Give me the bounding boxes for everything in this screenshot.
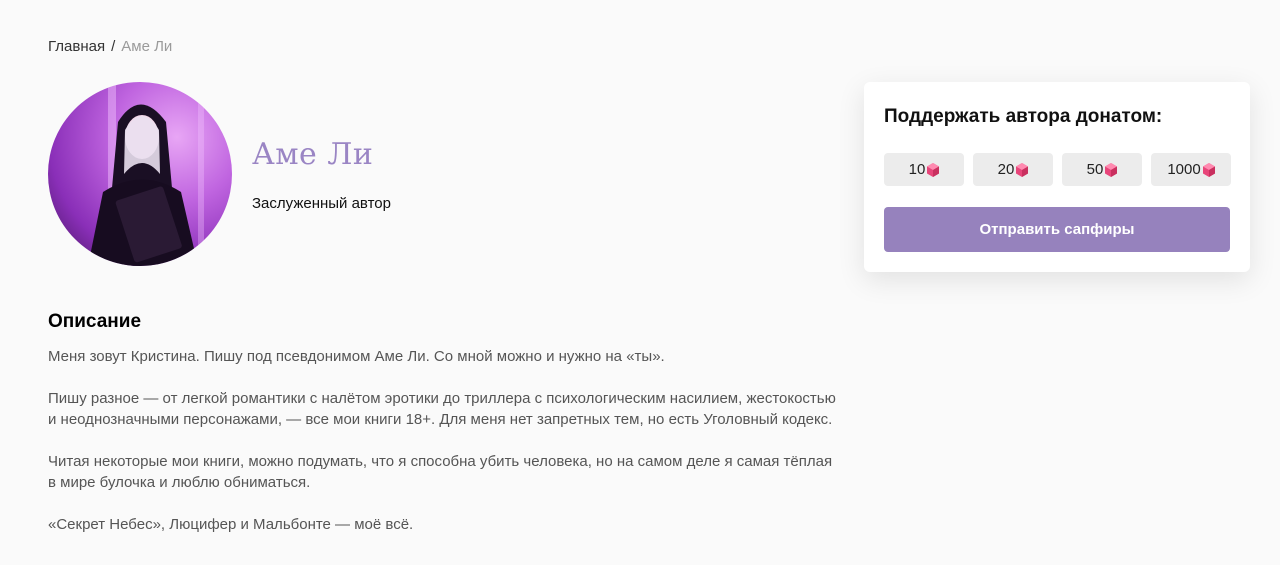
donate-card: Поддержать автора донатом: 10 20 50 1000… — [864, 82, 1250, 272]
description-paragraph: Читая некоторые мои книги, можно подумат… — [48, 453, 833, 491]
donate-amount-10-button[interactable]: 10 — [884, 153, 964, 186]
description-paragraph: Пишу разное — от легкой романтики с налё… — [48, 390, 836, 428]
donate-amount-value: 20 — [997, 161, 1015, 178]
donate-amounts: 10 20 50 1000 — [884, 153, 1231, 186]
sapphire-gem-icon — [1016, 162, 1029, 177]
donate-amount-1000-button[interactable]: 1000 — [1151, 153, 1231, 186]
sapphire-gem-icon — [927, 162, 940, 177]
author-status: Заслуженный автор — [252, 195, 391, 212]
send-sapphires-button[interactable]: Отправить сапфиры — [884, 207, 1230, 252]
breadcrumb-current: Аме Ли — [121, 38, 173, 55]
breadcrumb-home-link[interactable]: Главная — [48, 38, 105, 55]
breadcrumb: Главная / Аме Ли — [48, 38, 172, 56]
donate-amount-value: 1000 — [1167, 161, 1201, 178]
donate-amount-value: 10 — [908, 161, 926, 178]
description-title: Описание — [48, 311, 142, 332]
breadcrumb-separator: / — [111, 38, 116, 55]
donate-amount-20-button[interactable]: 20 — [973, 153, 1053, 186]
donate-title: Поддержать автора донатом: — [884, 106, 1163, 127]
avatar — [48, 82, 232, 266]
donate-amount-value: 50 — [1086, 161, 1104, 178]
description-text: Меня зовут Кристина. Пишу под псевдонимо… — [48, 346, 838, 556]
sapphire-gem-icon — [1105, 162, 1118, 177]
author-page: Главная / Аме Ли Аме Ли Заслуженный автор … — [0, 0, 1280, 565]
description-paragraph: Меня зовут Кристина. Пишу под псевдонимо… — [48, 348, 665, 365]
author-name: Аме Ли — [252, 137, 374, 172]
description-paragraph: «Секрет Небес», Люцифер и Мальбонте — мо… — [48, 516, 414, 533]
sapphire-gem-icon — [1202, 162, 1215, 177]
donate-amount-50-button[interactable]: 50 — [1062, 153, 1142, 186]
